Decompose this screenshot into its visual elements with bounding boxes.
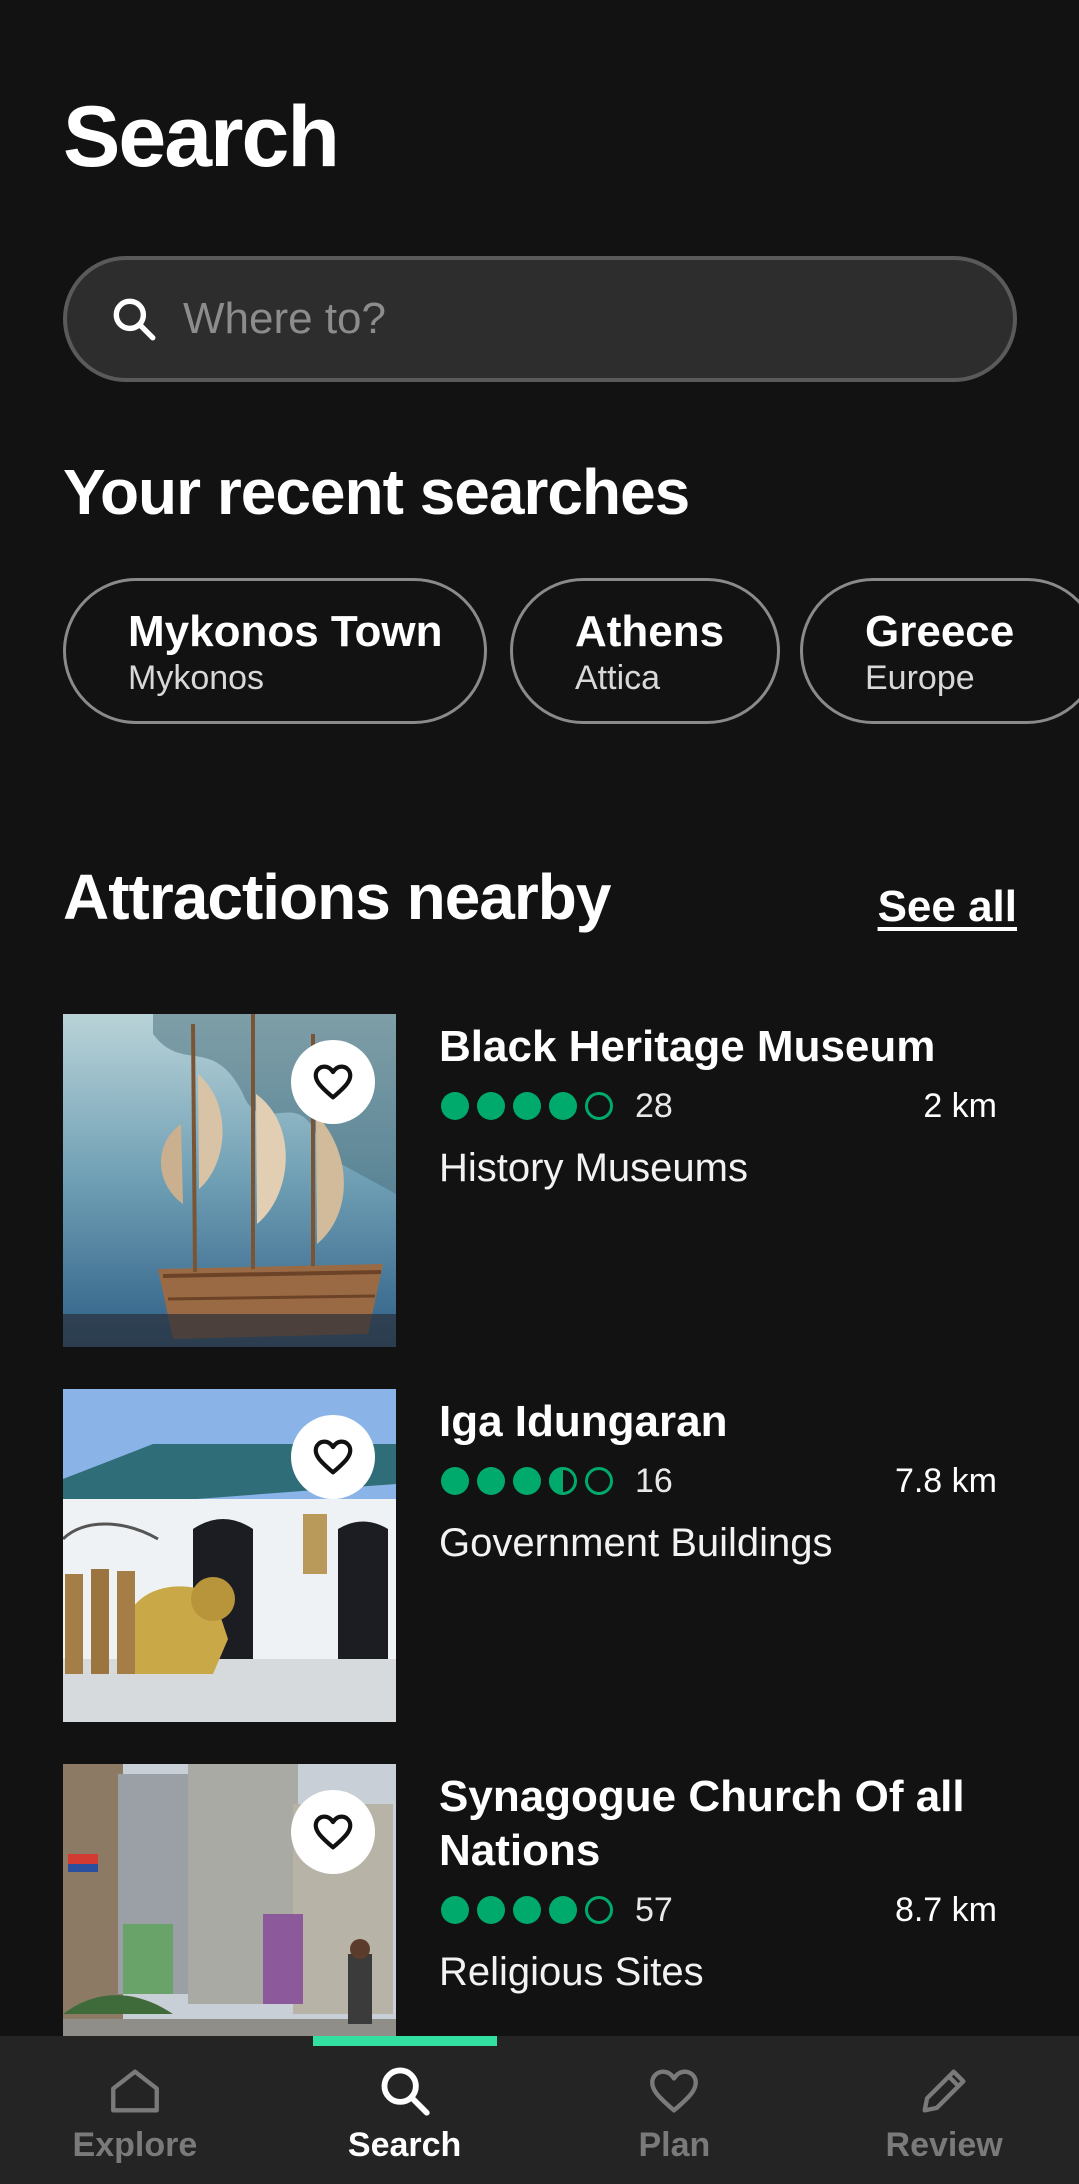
rating-bubble-full bbox=[441, 1467, 469, 1495]
rating-bubble-full bbox=[441, 1092, 469, 1120]
rating-bubble-full bbox=[549, 1896, 577, 1924]
rating-bubbles bbox=[439, 1894, 619, 1926]
nav-label: Explore bbox=[72, 2126, 198, 2164]
save-favorite-button[interactable] bbox=[291, 1790, 375, 1874]
chip-name: Greece bbox=[865, 607, 1015, 656]
attraction-card[interactable]: Black Heritage Museum 28 2 km History Mu… bbox=[63, 1014, 1017, 1348]
rating-bubble-empty bbox=[585, 1467, 613, 1495]
nav-explore[interactable]: Explore bbox=[0, 2036, 270, 2184]
search-bar[interactable] bbox=[63, 256, 1017, 382]
chip-region: Attica bbox=[575, 659, 661, 697]
rating-bubble-full bbox=[513, 1092, 541, 1120]
attraction-name: Iga Idungaran bbox=[439, 1397, 728, 1446]
save-favorite-button[interactable] bbox=[291, 1415, 375, 1499]
chip-name: Athens bbox=[575, 607, 725, 656]
rating-bubble-full bbox=[477, 1896, 505, 1924]
search-screen: Search Your recent searches Mykonos Town… bbox=[0, 0, 1079, 2184]
rating-bubble-full bbox=[513, 1467, 541, 1495]
bottom-nav: Explore Search Plan Review bbox=[0, 2036, 1079, 2184]
see-all-link[interactable]: See all bbox=[878, 882, 1017, 932]
search-icon bbox=[381, 2067, 430, 2116]
chip-region: Mykonos bbox=[128, 659, 265, 697]
rating-bubble-half bbox=[549, 1467, 577, 1495]
attraction-photo[interactable] bbox=[63, 1014, 396, 1347]
heart-icon bbox=[313, 1064, 353, 1100]
distance: 7.8 km bbox=[894, 1461, 997, 1500]
recent-search-chip[interactable]: Mykonos Town Mykonos bbox=[63, 578, 487, 724]
rating-bubble-full bbox=[513, 1896, 541, 1924]
rating-bubble-full bbox=[441, 1896, 469, 1924]
recent-search-chip[interactable]: Greece Europe bbox=[800, 578, 1079, 724]
active-tab-indicator bbox=[313, 2036, 497, 2046]
attraction-card[interactable]: Iga Idungaran 16 7.8 km Government Build… bbox=[63, 1389, 1017, 1723]
rating-bubble-empty bbox=[585, 1092, 613, 1120]
recent-search-chip[interactable]: Athens Attica bbox=[510, 578, 780, 724]
rating-bubble-full bbox=[477, 1467, 505, 1495]
rating-bubble-full bbox=[477, 1092, 505, 1120]
attraction-info: Synagogue Church Of all Nations 57 8.7 k… bbox=[439, 1770, 1017, 1995]
heart-icon bbox=[650, 2069, 699, 2113]
attraction-info: Iga Idungaran 16 7.8 km Government Build… bbox=[439, 1395, 1017, 1566]
nav-label: Search bbox=[347, 2126, 462, 2164]
nav-label: Plan bbox=[638, 2126, 711, 2164]
heart-icon bbox=[313, 1439, 353, 1475]
attraction-meta: 57 8.7 km bbox=[439, 1890, 1017, 1929]
attraction-meta: 16 7.8 km bbox=[439, 1461, 1017, 1500]
nav-search[interactable]: Search bbox=[270, 2036, 540, 2184]
rating-bubble-full bbox=[549, 1092, 577, 1120]
chip-region: Europe bbox=[865, 659, 975, 697]
attraction-category: Government Buildings bbox=[439, 1521, 833, 1565]
rating-bubble-empty bbox=[585, 1896, 613, 1924]
review-count: 57 bbox=[635, 1890, 673, 1929]
distance: 8.7 km bbox=[894, 1890, 997, 1929]
review-count: 16 bbox=[635, 1461, 673, 1500]
attraction-info: Black Heritage Museum 28 2 km History Mu… bbox=[439, 1020, 1017, 1191]
home-icon bbox=[110, 2069, 159, 2113]
attraction-name: Synagogue Church Of all Nations bbox=[439, 1772, 965, 1875]
nav-plan[interactable]: Plan bbox=[540, 2036, 810, 2184]
search-icon bbox=[113, 298, 156, 341]
rating-bubbles bbox=[439, 1465, 619, 1497]
attraction-photo[interactable] bbox=[63, 1764, 396, 2036]
nav-label: Review bbox=[885, 2126, 1003, 2164]
search-input[interactable] bbox=[183, 294, 943, 344]
page-title: Search bbox=[63, 89, 340, 185]
attraction-category: History Museums bbox=[439, 1146, 748, 1190]
distance: 2 km bbox=[923, 1086, 997, 1125]
recent-searches-list: Mykonos Town Mykonos Athens Attica Greec… bbox=[63, 578, 1079, 726]
heart-icon bbox=[313, 1814, 353, 1850]
chip-name: Mykonos Town bbox=[128, 607, 443, 656]
attraction-meta: 28 2 km bbox=[439, 1086, 1017, 1125]
rating-bubbles bbox=[439, 1090, 619, 1122]
attractions-nearby-title: Attractions nearby bbox=[63, 861, 611, 933]
save-favorite-button[interactable] bbox=[291, 1040, 375, 1124]
attraction-category: Religious Sites bbox=[439, 1950, 704, 1994]
attraction-name: Black Heritage Museum bbox=[439, 1022, 936, 1071]
recent-searches-title: Your recent searches bbox=[63, 456, 690, 528]
attraction-photo[interactable] bbox=[63, 1389, 396, 1722]
nav-review[interactable]: Review bbox=[809, 2036, 1079, 2184]
pencil-icon bbox=[922, 2069, 966, 2113]
review-count: 28 bbox=[635, 1086, 673, 1125]
